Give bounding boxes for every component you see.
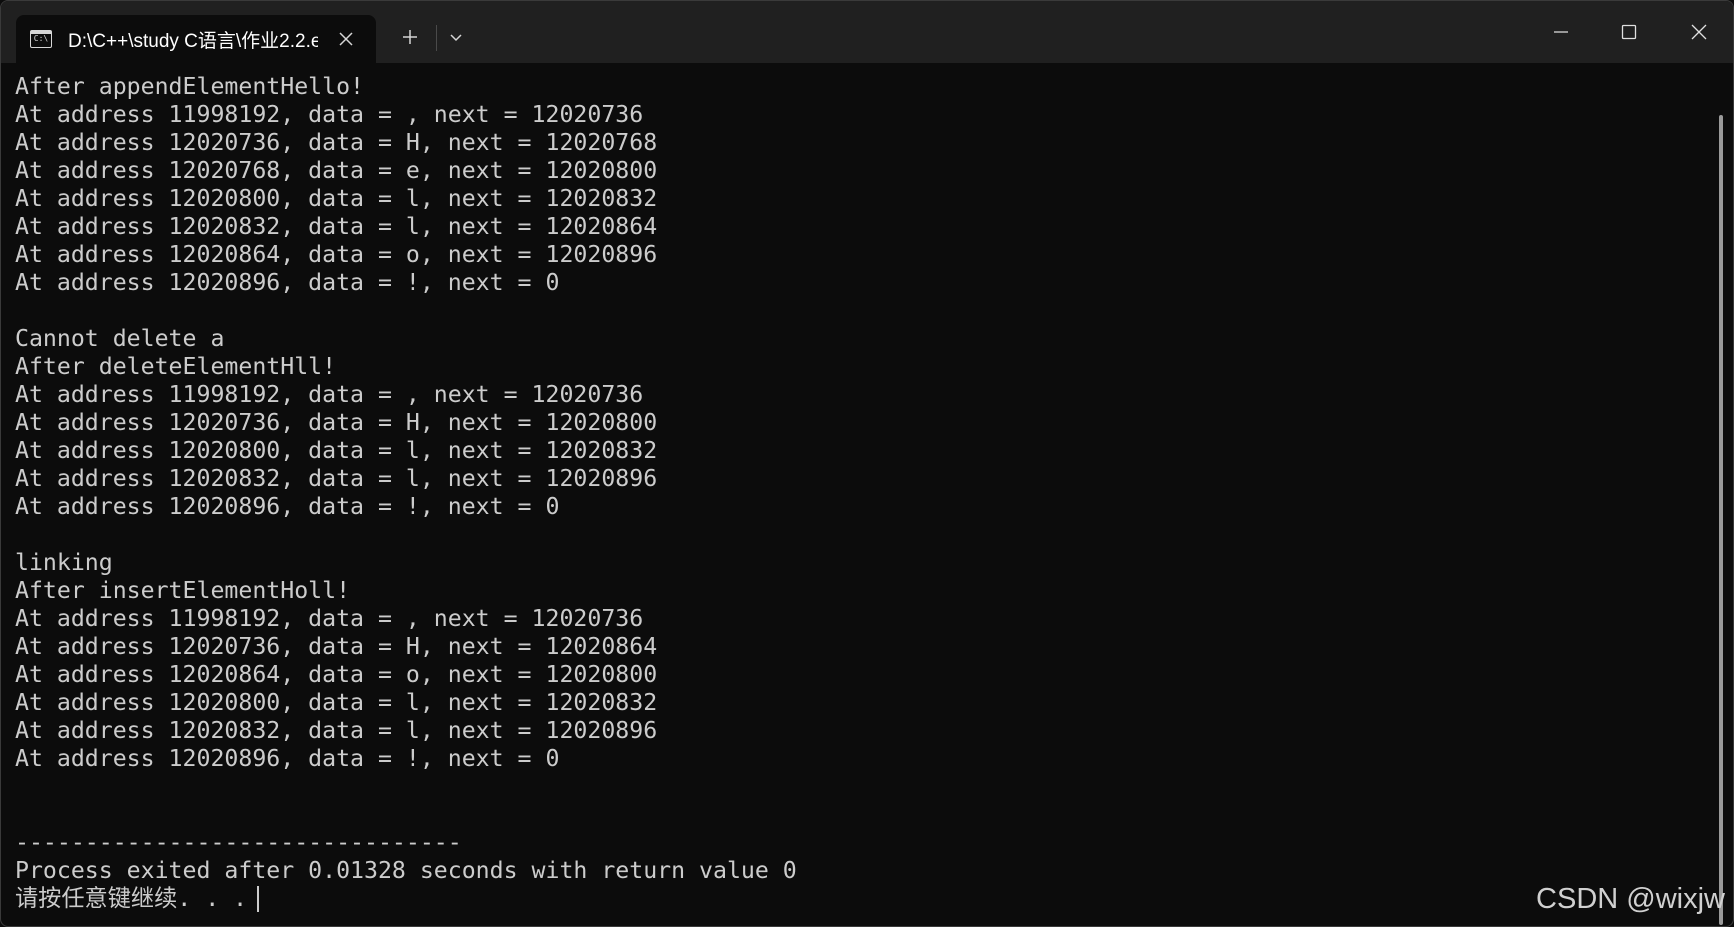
console-line: At address 12020832, data = l, next = 12… <box>15 213 658 240</box>
close-icon <box>1691 24 1707 40</box>
maximize-button[interactable] <box>1595 1 1663 63</box>
tab-title: D:\C++\study C语言\作业2.2.e <box>68 30 318 52</box>
plus-icon <box>403 30 417 44</box>
tab-dropdown-button[interactable] <box>439 17 473 57</box>
console-line: At address 11998192, data = , next = 120… <box>15 605 644 632</box>
console-line: At address 12020864, data = o, next = 12… <box>15 661 658 688</box>
title-bar: C:\ D:\C++\study C语言\作业2.2.e <box>1 1 1733 63</box>
terminal-window: C:\ D:\C++\study C语言\作业2.2.e After appen… <box>0 0 1734 927</box>
console-line: At address 11998192, data = , next = 120… <box>15 381 644 408</box>
console-line: At address 12020736, data = H, next = 12… <box>15 633 658 660</box>
console-line: Process exited after 0.01328 seconds wit… <box>15 857 797 884</box>
console-output[interactable]: After appendElementHello! At address 1199… <box>15 73 1705 921</box>
console-line: At address 12020864, data = o, next = 12… <box>15 241 658 268</box>
console-icon: C:\ <box>30 30 52 48</box>
console-lines: After appendElementHello! At address 1199… <box>15 73 1705 885</box>
console-line: At address 12020832, data = l, next = 12… <box>15 465 658 492</box>
chevron-down-icon <box>450 34 462 42</box>
console-line: At address 12020768, data = e, next = 12… <box>15 157 658 184</box>
console-line: At address 12020896, data = !, next = 0 <box>15 493 560 520</box>
console-prompt: 请按任意键继续. . . <box>15 885 248 912</box>
console-line: At address 12020736, data = H, next = 12… <box>15 129 658 156</box>
console-line: At address 11998192, data = , next = 120… <box>15 101 644 128</box>
tab-active[interactable]: C:\ D:\C++\study C语言\作业2.2.e <box>16 15 376 63</box>
console-line: linking <box>15 549 113 576</box>
minimize-icon <box>1554 31 1568 33</box>
console-line: At address 12020896, data = !, next = 0 <box>15 269 560 296</box>
console-line: At address 12020800, data = l, next = 12… <box>15 689 658 716</box>
new-tab-button[interactable] <box>389 17 431 57</box>
console-line: At address 12020832, data = l, next = 12… <box>15 717 658 744</box>
console-line: -------------------------------- <box>15 829 462 856</box>
console-prompt-line: 请按任意键继续. . . <box>15 885 1705 913</box>
console-line: At address 12020800, data = l, next = 12… <box>15 437 658 464</box>
console-line: After deleteElementHll! <box>15 353 337 380</box>
scrollbar[interactable] <box>1719 115 1723 925</box>
close-window-button[interactable] <box>1665 1 1733 63</box>
console-line: At address 12020896, data = !, next = 0 <box>15 745 560 772</box>
console-line: At address 12020736, data = H, next = 12… <box>15 409 658 436</box>
text-cursor <box>257 886 260 912</box>
tab-divider <box>436 25 437 51</box>
watermark: CSDN @wixjw <box>1536 883 1725 915</box>
console-line: After insertElementHoll! <box>15 577 351 604</box>
console-line: After appendElementHello! <box>15 73 365 100</box>
console-line: At address 12020800, data = l, next = 12… <box>15 185 658 212</box>
minimize-button[interactable] <box>1527 1 1595 63</box>
close-icon <box>339 32 353 46</box>
close-tab-button[interactable] <box>334 27 358 51</box>
maximize-icon <box>1621 24 1637 40</box>
console-line: Cannot delete a <box>15 325 225 352</box>
